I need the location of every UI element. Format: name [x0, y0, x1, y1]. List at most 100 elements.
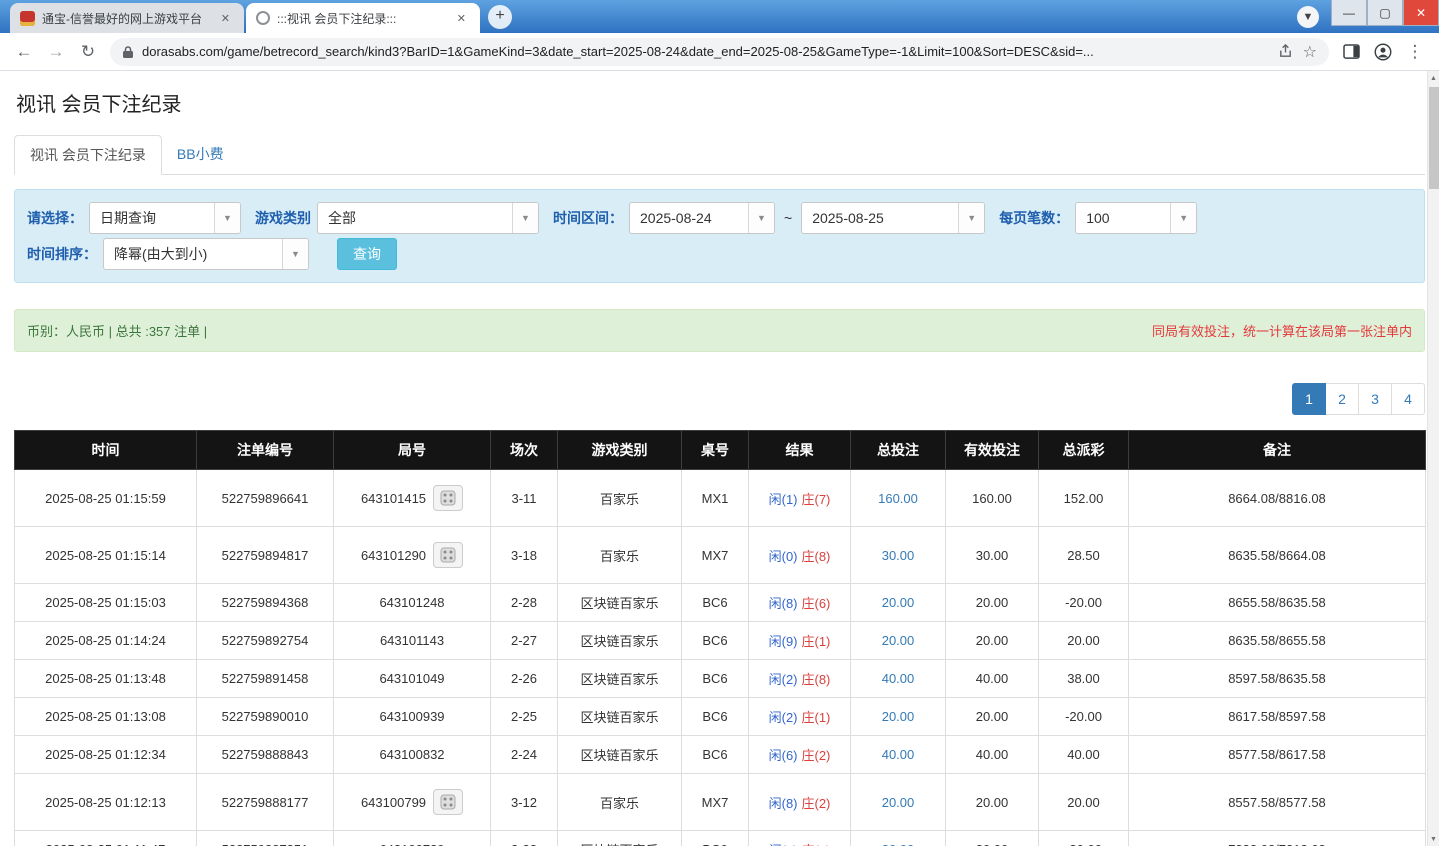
- profile-avatar-icon[interactable]: [1369, 38, 1397, 66]
- cell-game-type: 百家乐: [558, 527, 682, 584]
- round-id: 643101415: [361, 491, 426, 506]
- table-row: 2025-08-25 01:12:34522759888843643100832…: [15, 736, 1426, 774]
- pagination-wrap: 1234: [14, 383, 1425, 415]
- page-button-4[interactable]: 4: [1391, 383, 1425, 415]
- refresh-button[interactable]: ↻: [74, 38, 102, 66]
- window-controls: — ▢ ✕: [1331, 0, 1439, 26]
- browser-tab-active[interactable]: :::视讯 会员下注纪录::: ✕: [246, 3, 480, 33]
- cell-total-bet[interactable]: 160.00: [851, 470, 946, 527]
- result-player: 闲(2): [769, 672, 798, 687]
- date-end-select[interactable]: 2025-08-25 ▼: [801, 202, 985, 234]
- forward-button[interactable]: →: [42, 38, 70, 66]
- chevron-down-icon: ▼: [1170, 203, 1196, 233]
- cell-time: 2025-08-25 01:15:14: [15, 527, 197, 584]
- window-close-button[interactable]: ✕: [1403, 0, 1439, 26]
- total-bet-link[interactable]: 20.00: [882, 709, 915, 724]
- scrollbar-thumb[interactable]: [1429, 87, 1439, 189]
- window-maximize-button[interactable]: ▢: [1367, 0, 1403, 26]
- sort-select[interactable]: 降幂(由大到小) ▼: [103, 238, 309, 270]
- scroll-down-icon[interactable]: ▼: [1428, 832, 1439, 846]
- tab-title: 通宝-信誉最好的网上游戏平台: [42, 10, 210, 27]
- tab-close-icon[interactable]: ✕: [217, 10, 234, 27]
- cell-result: 闲(0)庄(8): [749, 527, 851, 584]
- total-bet-link[interactable]: 20.00: [882, 795, 915, 810]
- round-id: 643101248: [379, 595, 444, 610]
- url-text: dorasabs.com/game/betrecord_search/kind3…: [142, 44, 1268, 59]
- cell-session: 3-11: [491, 470, 558, 527]
- page-content: 视讯 会员下注纪录 视讯 会员下注纪录BB小费 请选择： 日期查询 ▼ 游戏类别…: [0, 71, 1439, 846]
- game-type-value: 全部: [318, 203, 512, 233]
- date-start-select[interactable]: 2025-08-24 ▼: [629, 202, 775, 234]
- page-size-select[interactable]: 100 ▼: [1075, 202, 1197, 234]
- cell-total-bet[interactable]: 20.00: [851, 831, 946, 846]
- chevron-down-icon: ▼: [282, 239, 308, 269]
- total-bet-link[interactable]: 20.00: [882, 595, 915, 610]
- round-id: 643100799: [361, 795, 426, 810]
- tab-bb-tip[interactable]: BB小费: [162, 135, 239, 174]
- cell-remark: 8664.08/8816.08: [1129, 470, 1426, 527]
- column-header: 总投注: [851, 431, 946, 470]
- cell-valid-bet: 40.00: [946, 660, 1039, 698]
- page-tabs: 视讯 会员下注纪录BB小费: [14, 135, 1425, 175]
- cell-valid-bet: 30.00: [946, 527, 1039, 584]
- cell-bet-id: 522759888177: [197, 774, 334, 831]
- filter-row-1: 请选择： 日期查询 ▼ 游戏类别 全部 ▼ 时间区间： 2025-08-24 ▼: [27, 202, 1412, 234]
- result-player: 闲(0): [769, 549, 798, 564]
- tab-search-chevron-icon[interactable]: ▼: [1297, 6, 1319, 28]
- cell-payout: 20.00: [1039, 774, 1129, 831]
- game-replay-icon[interactable]: [433, 485, 463, 511]
- cell-total-bet[interactable]: 20.00: [851, 584, 946, 622]
- total-bet-link[interactable]: 40.00: [882, 747, 915, 762]
- cell-payout: -20.00: [1039, 831, 1129, 846]
- total-bet-link[interactable]: 160.00: [878, 491, 918, 506]
- result-player: 闲(8): [769, 796, 798, 811]
- table-row: 2025-08-25 01:14:24522759892754643101143…: [15, 622, 1426, 660]
- browser-tab-inactive[interactable]: 通宝-信誉最好的网上游戏平台 ✕: [10, 3, 244, 33]
- total-bet-link[interactable]: 20.00: [882, 842, 915, 846]
- game-type-select[interactable]: 全部 ▼: [317, 202, 539, 234]
- cell-result: 闲(2)庄(1): [749, 698, 851, 736]
- column-header: 游戏类别: [558, 431, 682, 470]
- cell-total-bet[interactable]: 30.00: [851, 527, 946, 584]
- result-banker: 庄(7): [802, 492, 831, 507]
- filter-group-date-range: 时间区间： 2025-08-24 ▼ ~ 2025-08-25 ▼: [553, 202, 985, 234]
- cell-total-bet[interactable]: 40.00: [851, 660, 946, 698]
- game-replay-icon[interactable]: [433, 542, 463, 568]
- tab-close-icon[interactable]: ✕: [453, 10, 470, 27]
- filter-row-2: 时间排序： 降幂(由大到小) ▼ 查询: [27, 238, 1412, 270]
- back-button[interactable]: ←: [10, 38, 38, 66]
- search-button[interactable]: 查询: [337, 238, 397, 270]
- cell-total-bet[interactable]: 20.00: [851, 774, 946, 831]
- page-scrollbar[interactable]: ▲ ▼: [1427, 71, 1439, 846]
- cell-total-bet[interactable]: 20.00: [851, 622, 946, 660]
- page-button-1[interactable]: 1: [1292, 383, 1326, 415]
- bookmark-star-icon[interactable]: ☆: [1303, 42, 1317, 62]
- cell-round-id: 643101049: [334, 660, 491, 698]
- page-button-2[interactable]: 2: [1325, 383, 1359, 415]
- cell-total-bet[interactable]: 20.00: [851, 698, 946, 736]
- window-minimize-button[interactable]: —: [1331, 0, 1367, 26]
- cell-valid-bet: 40.00: [946, 736, 1039, 774]
- currency-total-text: 币别：人民币 | 总共 :357 注单 |: [27, 321, 207, 340]
- scroll-up-icon[interactable]: ▲: [1428, 71, 1439, 85]
- cell-session: 2-28: [491, 584, 558, 622]
- game-replay-icon[interactable]: [433, 789, 463, 815]
- cell-total-bet[interactable]: 40.00: [851, 736, 946, 774]
- tab-betrecord[interactable]: 视讯 会员下注纪录: [14, 135, 162, 175]
- new-tab-button[interactable]: +: [488, 5, 512, 29]
- cell-remark: 7232.08/7212.08: [1129, 831, 1426, 846]
- share-icon[interactable]: [1278, 44, 1293, 59]
- tab-favicon: [20, 11, 35, 26]
- total-bet-link[interactable]: 40.00: [882, 671, 915, 686]
- browser-menu-icon[interactable]: ⋮: [1401, 38, 1429, 66]
- total-bet-link[interactable]: 20.00: [882, 633, 915, 648]
- column-header: 注单编号: [197, 431, 334, 470]
- page-button-3[interactable]: 3: [1358, 383, 1392, 415]
- cell-payout: -20.00: [1039, 584, 1129, 622]
- lock-icon: [122, 45, 134, 59]
- cell-round-id: 643100832: [334, 736, 491, 774]
- address-bar[interactable]: dorasabs.com/game/betrecord_search/kind3…: [110, 38, 1329, 66]
- query-type-select[interactable]: 日期查询 ▼: [89, 202, 241, 234]
- side-panel-icon[interactable]: [1337, 38, 1365, 66]
- total-bet-link[interactable]: 30.00: [882, 548, 915, 563]
